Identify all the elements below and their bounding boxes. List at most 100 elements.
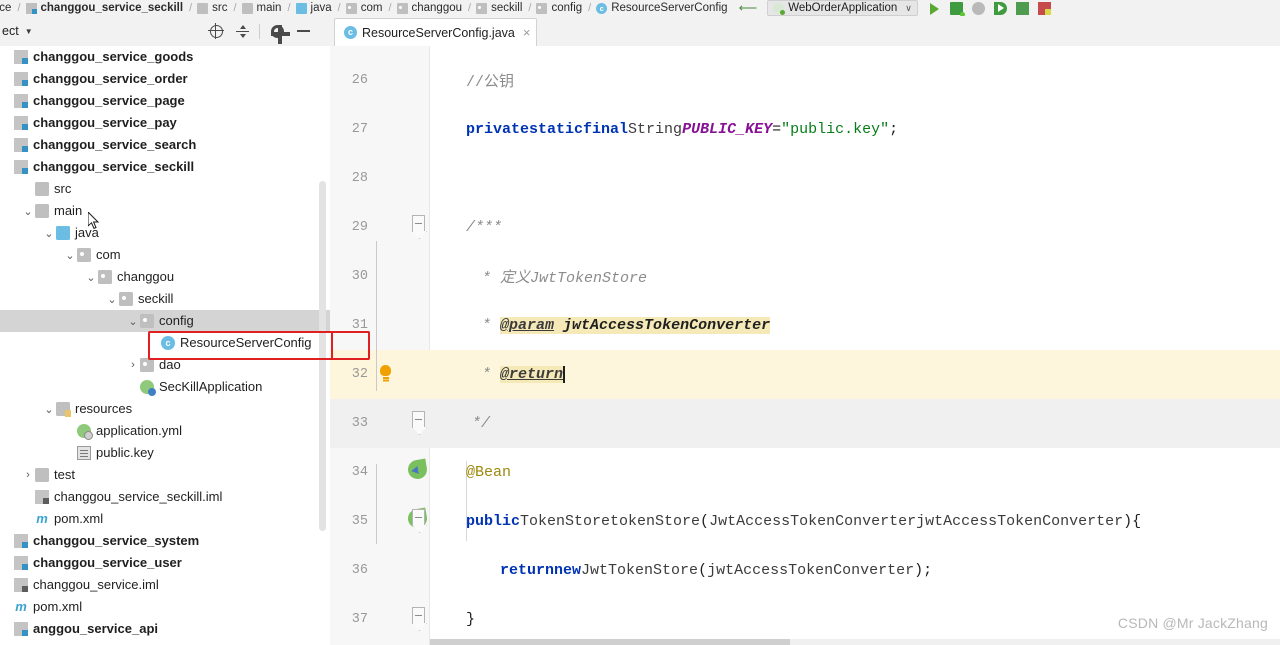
breadcrumb-item-com[interactable]: com	[345, 2, 384, 14]
breadcrumb-item-service[interactable]: service	[0, 2, 12, 14]
code-line-30[interactable]: * 定义JwtTokenStore	[430, 252, 1280, 301]
hide-panel-button[interactable]	[290, 18, 316, 44]
tree-item-changgou-service-iml[interactable]: changgou_service.iml	[0, 574, 330, 596]
close-icon[interactable]: ×	[523, 26, 531, 39]
gutter-line-29[interactable]: 29	[330, 203, 430, 252]
gutter-line-32[interactable]: 32	[330, 350, 430, 399]
tree-item-changgou-service-seckill[interactable]: changgou_service_seckill	[0, 156, 330, 178]
breadcrumb-item-main[interactable]: main	[241, 2, 283, 14]
breadcrumb-separator: /	[337, 2, 341, 14]
breadcrumb-item-resourceserverconfig[interactable]: c ResourceServerConfig	[596, 2, 728, 14]
build-icon[interactable]	[1015, 1, 1029, 15]
tree-item-label: changgou_service_seckill	[33, 159, 195, 174]
tree-item-anggou-service-api[interactable]: anggou_service_api	[0, 618, 330, 640]
breadcrumb-item-config[interactable]: config	[536, 2, 583, 14]
code-fold-toggle[interactable]	[412, 509, 425, 526]
debug-icon[interactable]	[949, 1, 965, 16]
profile-icon[interactable]	[993, 1, 1007, 15]
collapse-all-button[interactable]	[229, 18, 255, 44]
tree-item-com[interactable]: ⌄ com	[0, 244, 330, 266]
gutter-line-36[interactable]: 36	[330, 546, 430, 595]
intention-bulb-icon[interactable]	[380, 365, 391, 379]
code-content[interactable]: //公钥 private static final String PUBLIC_K…	[430, 46, 1280, 645]
tree-item-changgou-service-user[interactable]: changgou_service_user	[0, 552, 330, 574]
chevron-down-icon[interactable]: ⌄	[42, 403, 56, 416]
tree-item-src[interactable]: src	[0, 178, 330, 200]
chevron-down-icon[interactable]: ⌄	[126, 315, 140, 328]
chevron-down-icon[interactable]: ⌄	[42, 227, 56, 240]
tree-item-changgou-service-pay[interactable]: changgou_service_pay	[0, 112, 330, 134]
breadcrumb-item-changgou-service-seckill[interactable]: changgou_service_seckill	[25, 2, 185, 14]
tree-item-application-yml[interactable]: application.yml	[0, 420, 330, 442]
tree-item-dao[interactable]: › dao	[0, 354, 330, 376]
back-arrow-icon[interactable]: ⟵	[739, 0, 758, 16]
tree-item-seckill[interactable]: ⌄ seckill	[0, 288, 330, 310]
tree-item-pom-xml[interactable]: m pom.xml	[0, 596, 330, 618]
code-line-26[interactable]: //公钥	[430, 56, 1280, 105]
gutter-line-31[interactable]: 31	[330, 301, 430, 350]
tree-item-main[interactable]: ⌄ main	[0, 200, 330, 222]
editor-gutter[interactable]: 26272829303132333435363738394041	[330, 46, 430, 645]
code-line-36[interactable]: return new JwtTokenStore(jwtAccessTokenC…	[430, 546, 1280, 595]
code-line-27[interactable]: private static final String PUBLIC_KEY =…	[430, 105, 1280, 154]
gutter-line-26[interactable]: 26	[330, 56, 430, 105]
editor-horizontal-scrollbar[interactable]	[430, 639, 1280, 645]
tree-item-resourceserverconfig[interactable]: c ResourceServerConfig	[0, 332, 330, 354]
code-line-29[interactable]: /***	[430, 203, 1280, 252]
stop-icon[interactable]	[1037, 1, 1051, 15]
tree-item-changgou-service-search[interactable]: changgou_service_search	[0, 134, 330, 156]
tree-item-changgou-service-order[interactable]: changgou_service_order	[0, 68, 330, 90]
tree-item-test[interactable]: › test	[0, 464, 330, 486]
gutter-line-33[interactable]: 33	[330, 399, 430, 448]
breadcrumb-item-changgou[interactable]: changgou	[396, 2, 464, 14]
chevron-down-icon[interactable]: ⌄	[84, 271, 98, 284]
code-line-31[interactable]: * @param jwtAccessTokenConverter	[430, 301, 1280, 350]
code-fold-toggle[interactable]	[412, 607, 425, 624]
tree-item-changgou-service-seckill-iml[interactable]: changgou_service_seckill.iml	[0, 486, 330, 508]
tree-item-seckillapplication[interactable]: SecKillApplication	[0, 376, 330, 398]
coverage-icon[interactable]	[971, 1, 985, 15]
breadcrumb-item-seckill[interactable]: seckill	[476, 2, 523, 14]
code-line-34[interactable]: @Bean	[430, 448, 1280, 497]
breadcrumb-item-src[interactable]: src	[197, 2, 228, 14]
code-line-32[interactable]: * @return	[430, 350, 1280, 399]
spring-bean-gutter-icon[interactable]	[406, 458, 429, 481]
run-configuration-selector[interactable]: WebOrderApplication ∨	[767, 0, 918, 16]
chevron-right-icon[interactable]: ›	[21, 469, 35, 481]
gutter-line-35[interactable]: 35	[330, 497, 430, 546]
code-fold-toggle[interactable]	[412, 215, 425, 232]
code-editor[interactable]: 26272829303132333435363738394041 //公钥pri…	[330, 46, 1280, 645]
gutter-line-37[interactable]: 37	[330, 595, 430, 644]
run-icon[interactable]	[928, 2, 941, 15]
tree-item-changgou-service-system[interactable]: changgou_service_system	[0, 530, 330, 552]
settings-button[interactable]	[264, 18, 290, 44]
chevron-down-icon[interactable]: ⌄	[63, 249, 77, 262]
tree-item-pom-xml[interactable]: m pom.xml	[0, 508, 330, 530]
gutter-line-34[interactable]: 34	[330, 448, 430, 497]
tree-item-changgou-service-page[interactable]: changgou_service_page	[0, 90, 330, 112]
gutter-line-27[interactable]: 27	[330, 105, 430, 154]
code-fold-toggle[interactable]	[412, 411, 425, 428]
sidebar-scrollbar[interactable]	[319, 181, 326, 531]
chevron-down-icon[interactable]: ⌄	[21, 205, 35, 218]
chevron-down-icon[interactable]: ⌄	[105, 293, 119, 306]
locate-file-button[interactable]	[203, 18, 229, 44]
tree-item-java[interactable]: ⌄ java	[0, 222, 330, 244]
tree-item-changgou[interactable]: ⌄ changgou	[0, 266, 330, 288]
gutter-line-28[interactable]: 28	[330, 154, 430, 203]
module-icon	[25, 2, 37, 14]
project-panel-title[interactable]: ect	[2, 24, 19, 38]
chevron-down-icon[interactable]: ▼	[25, 27, 33, 36]
gutter-line-30[interactable]: 30	[330, 252, 430, 301]
code-line-35[interactable]: public TokenStore tokenStore(JwtAccessTo…	[430, 497, 1280, 546]
tree-item-config[interactable]: ⌄ config	[0, 310, 330, 332]
chevron-right-icon[interactable]: ›	[126, 359, 140, 371]
tree-item-resources[interactable]: ⌄ resources	[0, 398, 330, 420]
tree-item-public-key[interactable]: public.key	[0, 442, 330, 464]
code-line-28[interactable]	[430, 154, 1280, 203]
editor-tab-resourceserverconfig[interactable]: c ResourceServerConfig.java ×	[334, 18, 538, 46]
code-line-33[interactable]: */	[430, 399, 1280, 448]
tree-item-changgou-service-goods[interactable]: changgou_service_goods	[0, 46, 330, 68]
breadcrumb-item-java[interactable]: java	[295, 2, 333, 14]
project-tree[interactable]: changgou_service_goods changgou_service_o…	[0, 46, 330, 645]
